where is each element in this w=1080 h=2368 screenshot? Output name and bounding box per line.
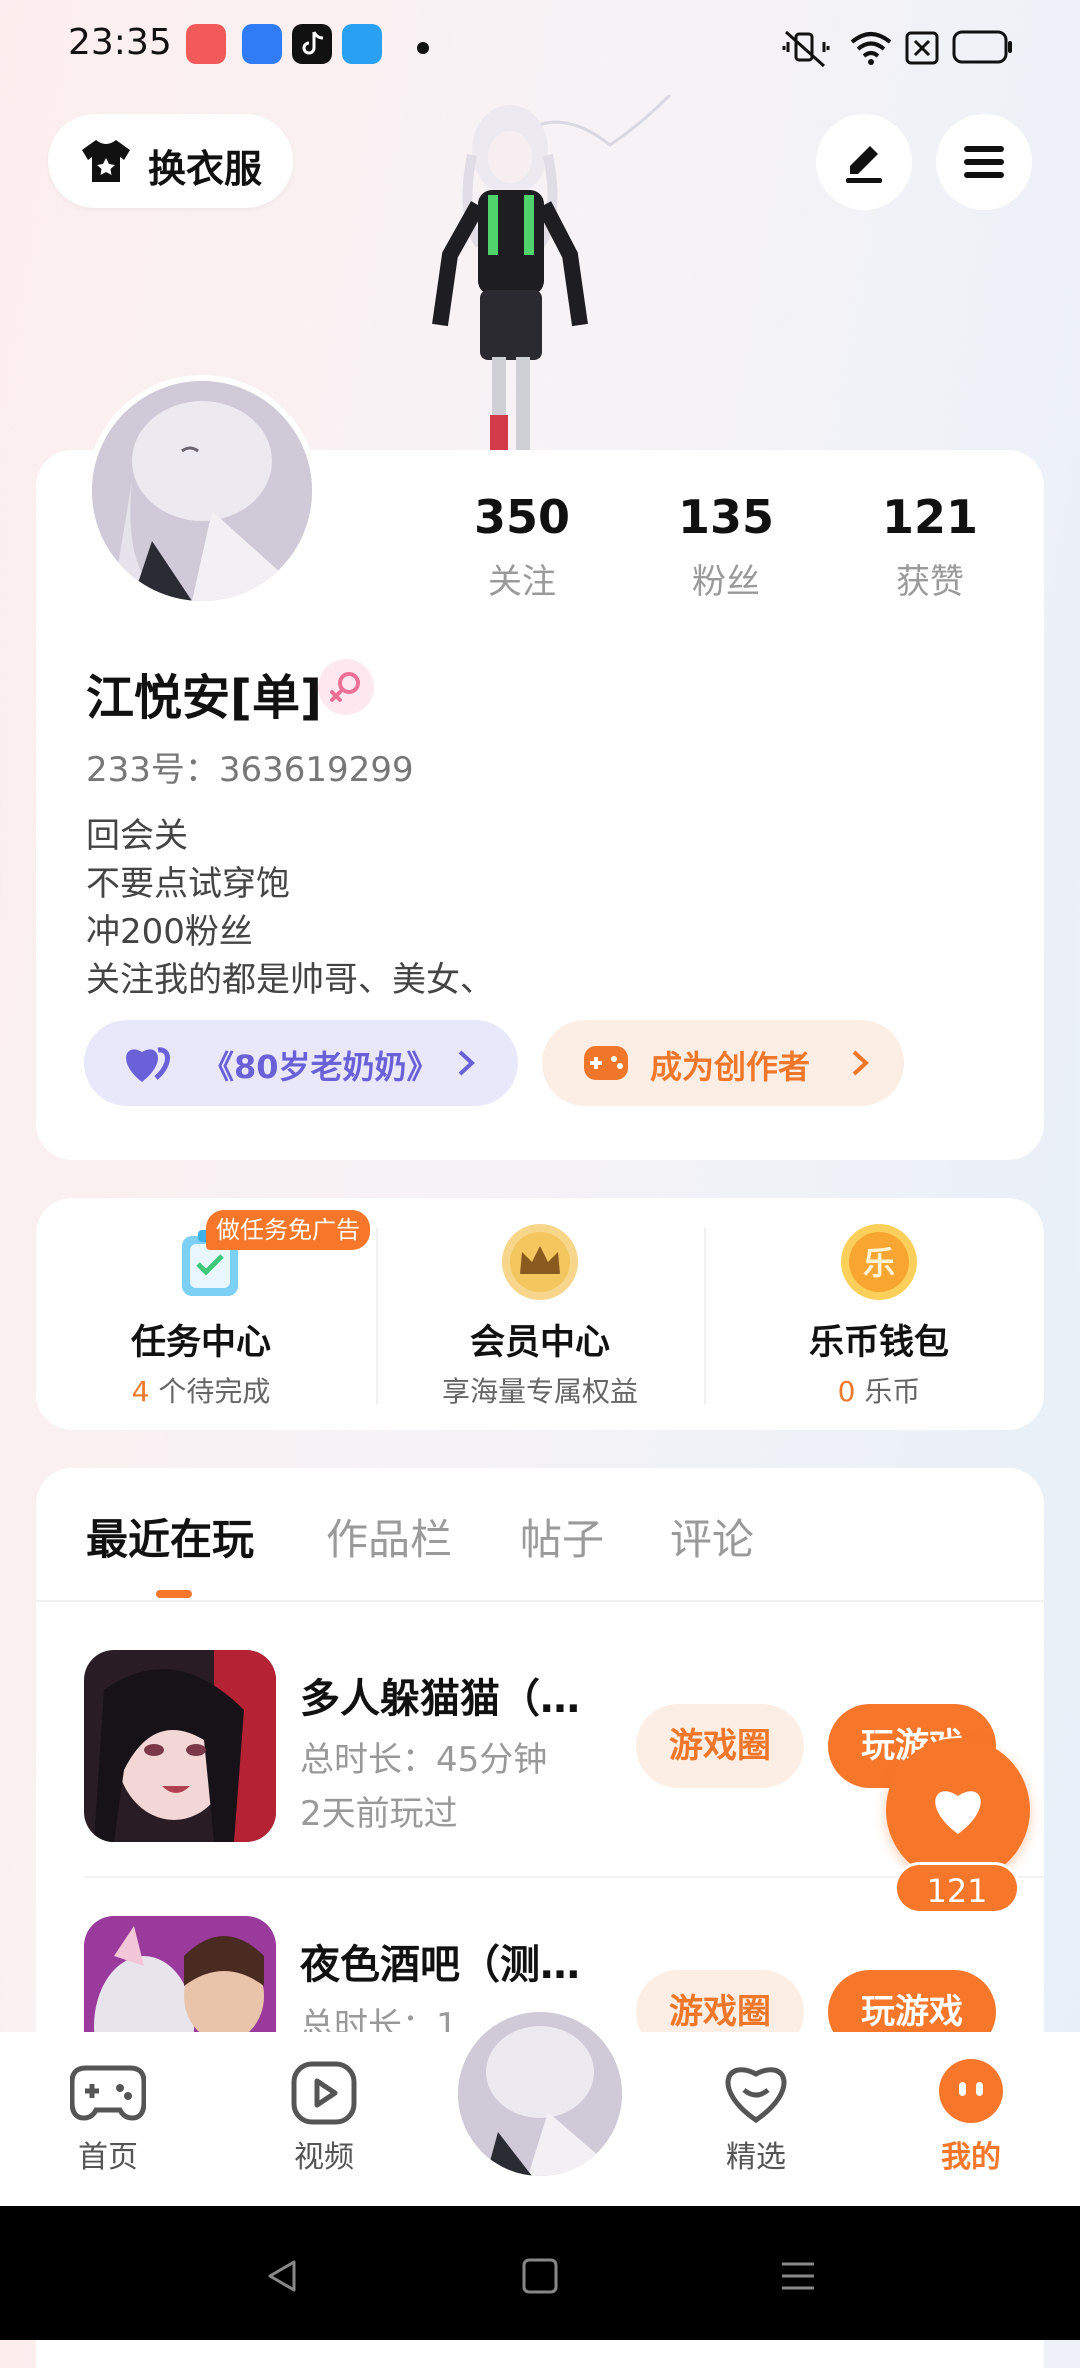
- mute-vibrate-icon: [782, 30, 830, 68]
- dress-up-button[interactable]: 换衣服: [48, 114, 293, 208]
- divider: [36, 1600, 1044, 1602]
- coin-wallet-subtitle: 0 乐币: [837, 1375, 921, 1408]
- chevron-right-icon: [458, 1050, 475, 1076]
- nav-featured-label: 精选: [726, 2140, 786, 2175]
- followers-count[interactable]: 135: [646, 490, 806, 544]
- services-card: 任务中心 4 个待完成 会员中心 享海量专属权益 乐 乐币钱包 0 乐币: [36, 1198, 1044, 1430]
- featured-work-chip[interactable]: 《80岁老奶奶》: [84, 1020, 518, 1106]
- tab-recently-played[interactable]: 最近在玩: [86, 1506, 254, 1567]
- video-play-icon: [291, 2061, 357, 2125]
- game-duration: 总时长：1: [300, 2006, 458, 2032]
- home-icon[interactable]: [520, 2256, 560, 2296]
- gamepad-icon: [70, 2065, 146, 2121]
- back-icon[interactable]: [262, 2256, 302, 2296]
- play-game-button[interactable]: 玩游戏: [828, 1970, 996, 2032]
- game-last-played: 2天前玩过: [300, 1794, 458, 1834]
- featured-work-title: 《80岁老奶奶》: [202, 1048, 439, 1086]
- game-thumbnail[interactable]: [84, 1650, 276, 1842]
- task-center-subtitle: 4 个待完成: [131, 1375, 271, 1408]
- nav-video[interactable]: 视频: [254, 2032, 394, 2206]
- game-duration: 总时长：45分钟: [300, 1740, 548, 1780]
- svg-text:乐: 乐: [863, 1244, 895, 1282]
- tab-active-indicator: [156, 1590, 192, 1598]
- chevron-right-icon: [852, 1050, 869, 1076]
- game-title: 多人躲猫猫（…: [300, 1676, 580, 1722]
- tab-comments[interactable]: 评论: [670, 1506, 754, 1567]
- member-center-title: 会员中心: [469, 1323, 610, 1363]
- nav-video-label: 视频: [294, 2140, 354, 2175]
- status-bar: 23:35: [0, 0, 1080, 96]
- likes-label: 获赞: [896, 562, 964, 602]
- become-creator-label: 成为创作者: [650, 1048, 811, 1086]
- tab-works[interactable]: 作品栏: [326, 1506, 452, 1567]
- sim-off-icon: [905, 31, 939, 65]
- nav-mine[interactable]: 我的: [901, 2032, 1041, 2206]
- following-label: 关注: [488, 562, 556, 602]
- recents-icon[interactable]: [778, 2256, 818, 2296]
- avatar[interactable]: [86, 375, 318, 607]
- gamepad-icon: [584, 1046, 628, 1080]
- bio-line: 不要点试穿饱: [86, 864, 290, 904]
- likes-count[interactable]: 121: [850, 490, 1010, 544]
- kuaishou-app-icon: [186, 24, 226, 64]
- bio-line: 冲200粉丝: [86, 912, 253, 952]
- coin-wallet-title: 乐币钱包: [808, 1323, 949, 1363]
- hamburger-menu-icon: [964, 146, 1004, 178]
- username: 江悦安[单]: [86, 670, 322, 726]
- menu-button[interactable]: [936, 114, 1032, 210]
- bio-line: 回会关: [86, 816, 188, 856]
- center-avatar-button[interactable]: [452, 2006, 628, 2182]
- profile-face-icon: [939, 2059, 1003, 2123]
- heart-icon: [935, 1791, 981, 1834]
- member-center[interactable]: 会员中心 享海量专属权益: [375, 1198, 705, 1430]
- game-thumbnail[interactable]: [84, 1916, 276, 2032]
- task-ad-free-badge: 做任务免广告: [206, 1210, 370, 1250]
- coin-wallet[interactable]: 乐 乐币钱包 0 乐币: [714, 1198, 1044, 1430]
- tshirt-icon: [82, 140, 130, 182]
- become-creator-chip[interactable]: 成为创作者: [542, 1020, 904, 1106]
- like-count: 121: [894, 1862, 1020, 1914]
- crown-icon: [502, 1224, 578, 1300]
- system-nav-bar: [0, 2206, 1080, 2340]
- user-id: 233号：363619299: [86, 750, 414, 790]
- tiktok-app-icon: [292, 24, 332, 64]
- status-time: 23:35: [68, 22, 172, 63]
- nav-home[interactable]: 首页: [38, 2032, 178, 2206]
- game-circle-button[interactable]: 游戏圈: [636, 1970, 804, 2032]
- like-button[interactable]: [886, 1738, 1030, 1882]
- app-icon: [242, 24, 282, 64]
- pen-icon: [846, 146, 882, 183]
- nav-featured[interactable]: 精选: [686, 2032, 826, 2206]
- member-center-subtitle: 享海量专属权益: [441, 1375, 638, 1408]
- heart-chat-icon: [725, 2067, 787, 2124]
- bio-line: 关注我的都是帅哥、美女、: [86, 960, 494, 1000]
- followers-label: 粉丝: [692, 562, 760, 602]
- game-title: 夜色酒吧（测…: [300, 1942, 580, 1988]
- heart-icon: [126, 1047, 170, 1082]
- nav-mine-label: 我的: [941, 2140, 1001, 2175]
- following-count[interactable]: 350: [442, 490, 602, 544]
- notification-dot: [417, 42, 429, 54]
- tab-posts[interactable]: 帖子: [520, 1506, 604, 1567]
- edit-profile-button[interactable]: [816, 114, 912, 210]
- divider: [704, 1228, 706, 1404]
- dress-up-label: 换衣服: [148, 147, 263, 191]
- game-circle-button[interactable]: 游戏圈: [636, 1704, 804, 1788]
- battery-icon: [952, 30, 1012, 64]
- avatar-model-figure[interactable]: [400, 95, 690, 450]
- nav-home-label: 首页: [78, 2140, 138, 2175]
- female-gender-icon: [318, 659, 374, 715]
- app-icon: [342, 24, 382, 64]
- task-center-title: 任务中心: [130, 1323, 271, 1363]
- wifi-icon: [850, 32, 892, 65]
- coin-icon: 乐: [841, 1224, 917, 1300]
